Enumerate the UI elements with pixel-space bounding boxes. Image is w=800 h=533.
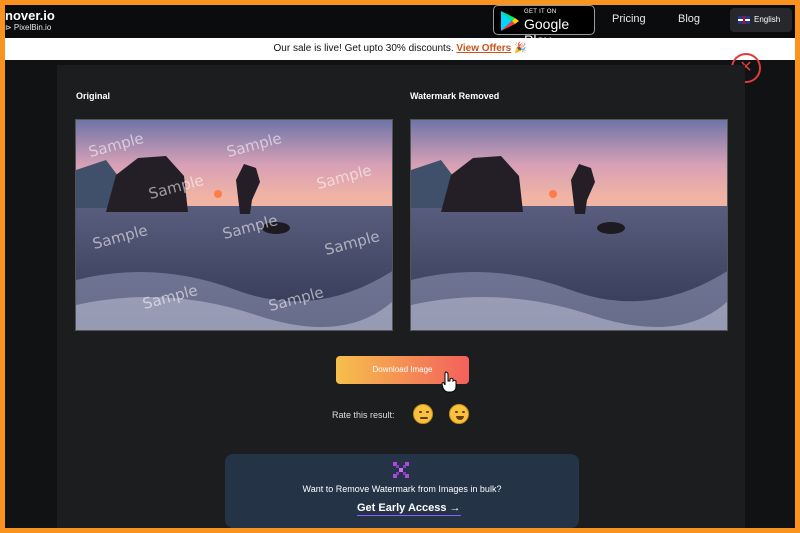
- get-early-access-label: Get Early Access: [357, 502, 447, 514]
- logo-subtitle: ⊳ PixelBin.io: [5, 23, 52, 32]
- logo[interactable]: nover.io: [5, 8, 55, 23]
- language-selector[interactable]: English: [730, 8, 792, 32]
- result-image: [410, 119, 728, 331]
- sale-banner: Our sale is live! Get upto 30% discounts…: [5, 38, 795, 60]
- result-label: Watermark Removed: [410, 91, 500, 101]
- language-label: English: [754, 15, 781, 24]
- top-nav: nover.io ⊳ PixelBin.io GET IT ON Google …: [5, 5, 795, 48]
- grid-icon: [393, 462, 409, 478]
- original-image: Sample Sample Sample Sample Sample Sampl…: [75, 119, 393, 331]
- google-play-button[interactable]: GET IT ON Google Play: [493, 5, 595, 48]
- party-icon: 🎉: [514, 43, 527, 54]
- bulk-access-card: Want to Remove Watermark from Images in …: [225, 454, 579, 528]
- happy-face-icon[interactable]: [449, 404, 469, 424]
- google-play-icon: [501, 11, 519, 31]
- view-offers-link[interactable]: View Offers: [456, 43, 511, 54]
- app-frame: nover.io ⊳ PixelBin.io GET IT ON Google …: [5, 5, 795, 528]
- nav-blog[interactable]: Blog: [678, 13, 700, 25]
- sale-text: Our sale is live! Get upto 30% discounts…: [273, 43, 457, 54]
- nav-pricing[interactable]: Pricing: [612, 13, 646, 25]
- hand-cursor-icon: [441, 371, 457, 393]
- arrow-right-icon: →: [449, 502, 461, 514]
- uk-flag-icon: [738, 16, 750, 24]
- sad-face-icon[interactable]: [413, 404, 433, 424]
- get-early-access-link[interactable]: Get Early Access →: [357, 502, 461, 516]
- google-play-caption: GET IT ON: [524, 9, 557, 15]
- rate-label: Rate this result:: [332, 410, 395, 420]
- bulk-description: Want to Remove Watermark from Images in …: [302, 484, 502, 494]
- original-label: Original: [76, 91, 111, 101]
